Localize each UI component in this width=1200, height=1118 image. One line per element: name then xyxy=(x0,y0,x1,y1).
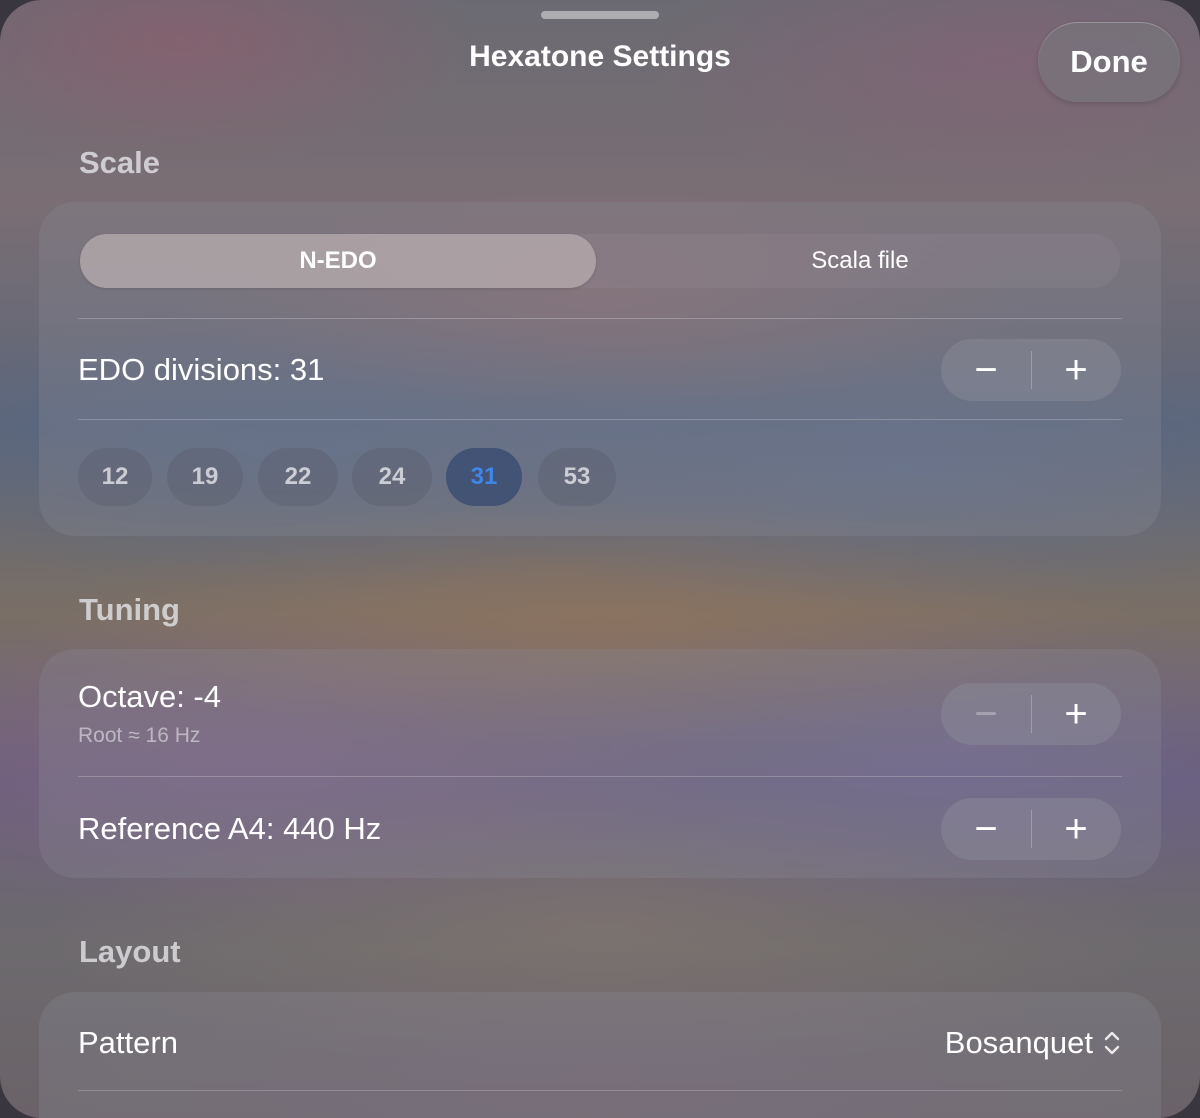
edo-preset-chip[interactable]: 19 xyxy=(167,448,243,506)
edo-preset-chip[interactable]: 24 xyxy=(352,448,432,506)
edo-stepper: − + xyxy=(941,339,1121,401)
scale-card: N-EDO Scala file EDO divisions: 31 − + 1… xyxy=(39,202,1161,536)
minus-icon[interactable]: − xyxy=(941,339,1031,401)
pattern-label: Pattern xyxy=(78,1025,178,1060)
edo-preset-chip[interactable]: 53 xyxy=(538,448,616,506)
reference-stepper: − + xyxy=(941,798,1121,860)
reference-a4-label: Reference A4: 440 Hz xyxy=(78,811,382,846)
layout-card: Pattern Bosanquet xyxy=(39,992,1161,1118)
plus-icon[interactable]: + xyxy=(1031,339,1121,401)
minus-icon[interactable]: − xyxy=(941,683,1031,745)
pattern-value: Bosanquet xyxy=(944,1025,1093,1060)
page-title: Hexatone Settings xyxy=(469,40,731,73)
edo-preset-chip[interactable]: 22 xyxy=(258,448,338,506)
settings-sheet: Hexatone Settings Done Scale N-EDO Scala… xyxy=(0,0,1200,1118)
sheet-grabber[interactable] xyxy=(541,11,659,19)
divider xyxy=(78,419,1122,420)
divider xyxy=(78,1090,1122,1091)
section-header-scale: Scale xyxy=(79,145,161,180)
edo-preset-chip[interactable]: 12 xyxy=(78,448,152,506)
pattern-picker[interactable]: Bosanquet xyxy=(945,1025,1123,1061)
section-header-tuning: Tuning xyxy=(79,592,180,627)
divider xyxy=(78,776,1122,777)
plus-icon[interactable]: + xyxy=(1031,798,1121,860)
done-button[interactable]: Done xyxy=(1038,22,1180,102)
octave-root-hint: Root ≈ 16 Hz xyxy=(78,724,201,747)
plus-icon[interactable]: + xyxy=(1031,683,1121,745)
octave-stepper: − + xyxy=(941,683,1121,745)
section-header-layout: Layout xyxy=(79,934,181,969)
scale-mode-segmented-control: N-EDO Scala file xyxy=(80,234,1120,288)
tuning-card: Octave: -4 Root ≈ 16 Hz − + Reference A4… xyxy=(39,649,1161,878)
minus-icon[interactable]: − xyxy=(941,798,1031,860)
segment-scala-file[interactable]: Scala file xyxy=(600,234,1120,288)
chevron-up-down-icon xyxy=(1104,1031,1120,1055)
segment-n-edo[interactable]: N-EDO xyxy=(80,234,596,288)
octave-label: Octave: -4 xyxy=(78,679,221,714)
divider xyxy=(78,318,1122,319)
edo-preset-chip-selected[interactable]: 31 xyxy=(446,448,522,506)
edo-divisions-label: EDO divisions: 31 xyxy=(78,352,325,387)
